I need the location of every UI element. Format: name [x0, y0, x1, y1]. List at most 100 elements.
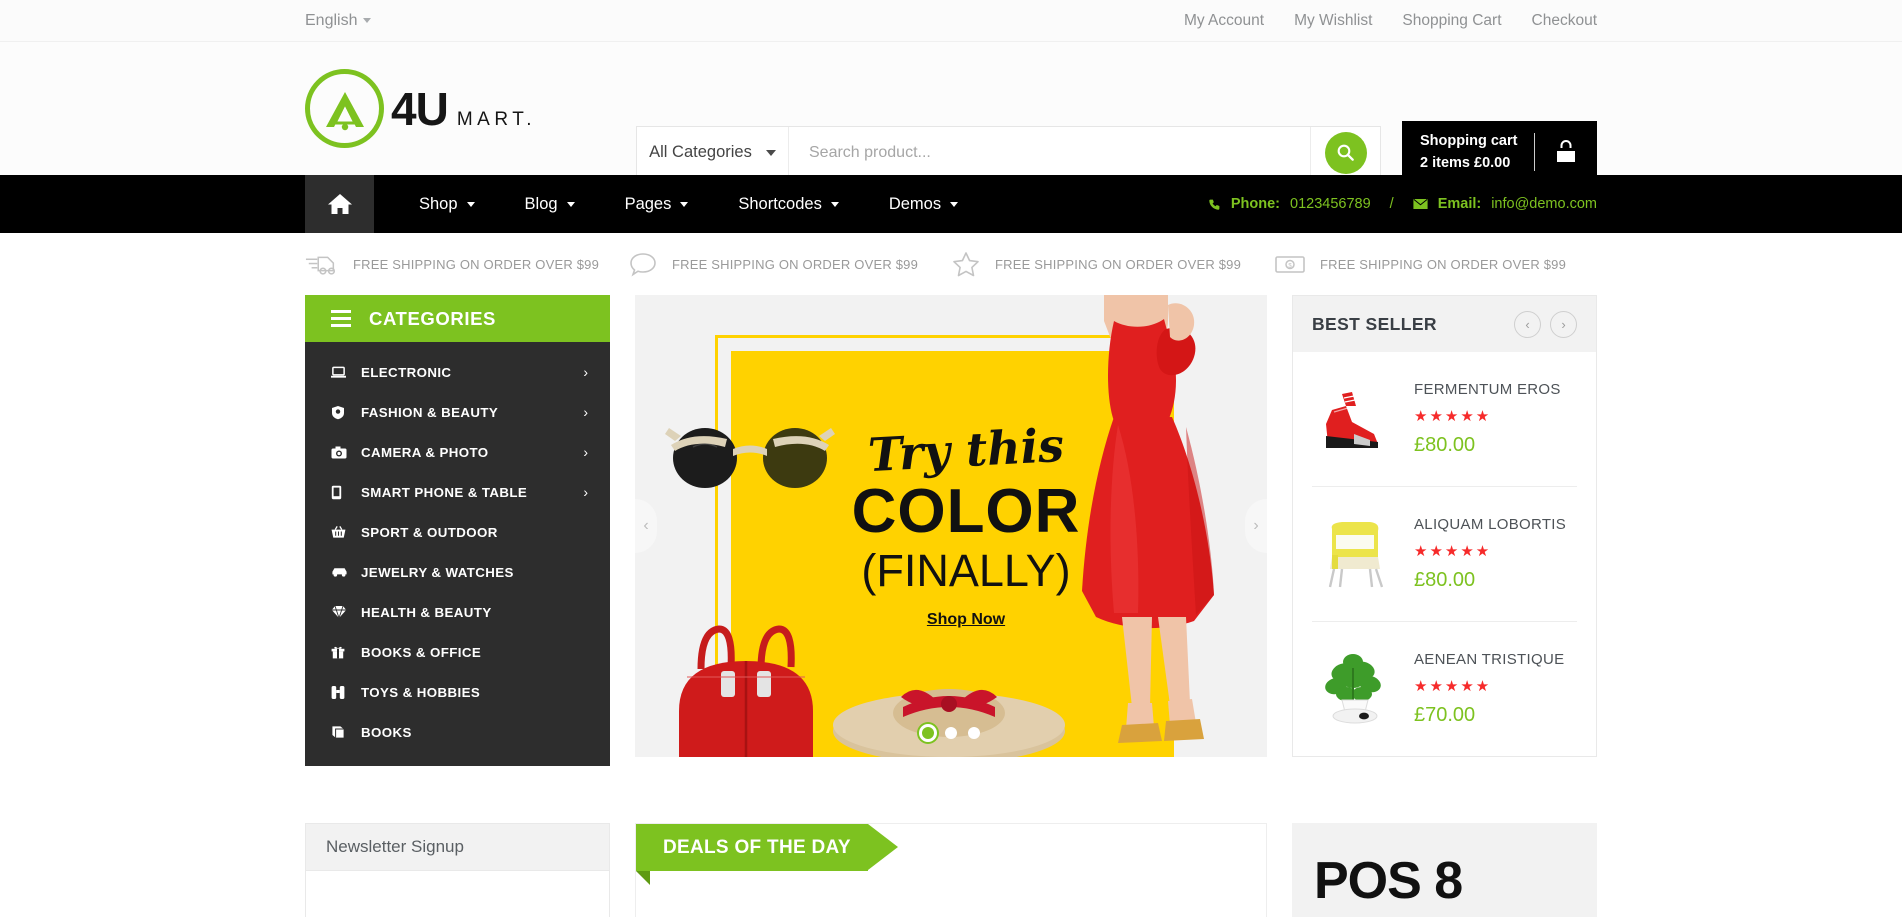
category-item-camera-photo[interactable]: CAMERA & PHOTO ›: [305, 432, 610, 472]
chevron-down-icon: [466, 201, 475, 207]
categories-header[interactable]: CATEGORIES: [305, 295, 610, 342]
truck-icon: [305, 256, 336, 275]
chevron-down-icon: [566, 201, 575, 207]
email-value[interactable]: info@demo.com: [1491, 196, 1597, 212]
newsletter-panel: Newsletter Signup: [305, 823, 610, 917]
best-seller-panel: BEST SELLER ‹ › FERMENTUM EROS ★★★★★ £80…: [1292, 295, 1597, 757]
pos-panel: POS 8: [1292, 823, 1597, 917]
shopping-bag-icon: [1535, 137, 1597, 167]
chevron-right-icon: ›: [583, 404, 588, 420]
chevron-down-icon: [830, 201, 839, 207]
hero-carousel: Try this COLOR (FINALLY) Shop Now ‹ ›: [635, 295, 1267, 757]
nav-item-pages[interactable]: Pages: [600, 175, 714, 233]
categories-title: CATEGORIES: [369, 307, 496, 329]
red-boot-image: [1312, 376, 1398, 462]
top-link-my-account[interactable]: My Account: [1184, 12, 1264, 30]
language-label: English: [305, 11, 358, 29]
best-seller-next-button[interactable]: ›: [1550, 310, 1577, 338]
best-seller-nav: ‹ ›: [1514, 310, 1577, 338]
cart-widget[interactable]: Shopping cart 2 items £0.00: [1402, 121, 1597, 183]
category-label: SMART PHONE & TABLE: [361, 484, 528, 500]
phone-icon: [331, 485, 353, 500]
best-seller-name[interactable]: FERMENTUM EROS: [1414, 381, 1577, 398]
deals-title: DEALS OF THE DAY: [663, 836, 851, 858]
best-seller-item[interactable]: AENEAN TRISTIQUE ★★★★★ £70.00: [1312, 622, 1577, 756]
logo-suffix-text: MART.: [456, 108, 536, 130]
service-label: FREE SHIPPING ON ORDER OVER $99: [995, 256, 1242, 272]
category-item-smart-phone-table[interactable]: SMART PHONE & TABLE ›: [305, 472, 610, 512]
nav-item-shortcodes[interactable]: Shortcodes: [713, 175, 863, 233]
site-logo[interactable]: 4U MART.: [305, 69, 536, 148]
rating-stars: ★★★★★: [1414, 678, 1492, 695]
hero-pagination: [922, 727, 980, 739]
search-input[interactable]: [789, 127, 1310, 178]
nav-label: Shop: [419, 194, 458, 213]
newsletter-body: [306, 871, 609, 917]
category-item-books[interactable]: BOOKS: [305, 712, 610, 752]
nav-label: Demos: [888, 194, 942, 213]
category-item-jewelry-watches[interactable]: JEWELRY & WATCHES: [305, 552, 610, 592]
main-content: CATEGORIES ELECTRONIC › FASHION & BEAUTY…: [0, 295, 1902, 766]
laptop-icon: [331, 366, 353, 379]
service-label: FREE SHIPPING ON ORDER OVER $99: [1320, 256, 1567, 272]
service-strip: FREE SHIPPING ON ORDER OVER $99 FREE SHI…: [0, 233, 1902, 295]
chevron-down-icon: [950, 201, 959, 207]
hero-dot-2[interactable]: [945, 727, 957, 739]
category-label: BOOKS: [361, 724, 412, 740]
best-seller-name[interactable]: ALIQUAM LOBORTIS: [1414, 516, 1577, 533]
nav-label: Blog: [524, 194, 558, 213]
hero-slide: Try this COLOR (FINALLY) Shop Now ‹ ›: [635, 295, 1267, 757]
category-label: FASHION & BEAUTY: [361, 404, 499, 420]
hero-dot-3[interactable]: [968, 727, 980, 739]
category-item-books-office[interactable]: BOOKS & OFFICE: [305, 632, 610, 672]
category-item-toys-hobbies[interactable]: TOYS & HOBBIES: [305, 672, 610, 712]
hero-cta-button[interactable]: Shop Now: [927, 611, 1005, 629]
hero-dot-1[interactable]: [922, 727, 934, 739]
nav-item-home[interactable]: [305, 175, 374, 233]
nav-item-demos[interactable]: Demos: [864, 175, 983, 233]
chevron-down-icon: [680, 201, 689, 207]
best-seller-price: £80.00: [1414, 434, 1476, 456]
nav-item-blog[interactable]: Blog: [500, 175, 600, 233]
chevron-right-icon: ›: [583, 364, 588, 380]
envelope-icon: [1413, 199, 1428, 209]
phone-value[interactable]: 0123456789: [1290, 196, 1371, 212]
best-seller-card: BEST SELLER ‹ › FERMENTUM EROS ★★★★★ £80…: [1292, 295, 1597, 757]
hero-line-2: COLOR: [851, 476, 1081, 546]
service-label: FREE SHIPPING ON ORDER OVER $99: [353, 256, 600, 272]
nav-item-shop[interactable]: Shop: [394, 175, 500, 233]
best-seller-info: FERMENTUM EROS ★★★★★ £80.00: [1414, 381, 1577, 457]
nav-label: Shortcodes: [738, 194, 822, 213]
hero-line-3: (FINALLY): [861, 544, 1071, 596]
category-item-health-beauty[interactable]: HEALTH & BEAUTY: [305, 592, 610, 632]
service-item-support: FREE SHIPPING ON ORDER OVER $99: [628, 251, 951, 277]
category-item-sport-outdoor[interactable]: SPORT & OUTDOOR: [305, 512, 610, 552]
gift-icon: [331, 645, 353, 659]
top-link-checkout[interactable]: Checkout: [1532, 12, 1597, 30]
search-category-select[interactable]: All Categories: [637, 127, 789, 178]
best-seller-item[interactable]: FERMENTUM EROS ★★★★★ £80.00: [1312, 352, 1577, 487]
best-seller-info: AENEAN TRISTIQUE ★★★★★ £70.00: [1414, 651, 1577, 727]
search-button[interactable]: [1311, 127, 1380, 178]
best-seller-prev-button[interactable]: ‹: [1514, 310, 1541, 338]
category-label: CAMERA & PHOTO: [361, 444, 489, 460]
top-bar: English My Account My Wishlist Shopping …: [0, 0, 1902, 42]
best-seller-item[interactable]: ALIQUAM LOBORTIS ★★★★★ £80.00: [1312, 487, 1577, 622]
red-handbag-image: [679, 625, 813, 757]
search-bar: All Categories: [636, 126, 1381, 179]
top-link-my-wishlist[interactable]: My Wishlist: [1294, 12, 1372, 30]
newsletter-title: Newsletter Signup: [326, 837, 464, 856]
category-item-fashion-beauty[interactable]: FASHION & BEAUTY ›: [305, 392, 610, 432]
deals-panel: DEALS OF THE DAY: [635, 823, 1267, 917]
chevron-down-icon: [363, 18, 372, 23]
category-item-electronic[interactable]: ELECTRONIC ›: [305, 352, 610, 392]
email-label: Email:: [1437, 196, 1482, 212]
search-icon: [1324, 131, 1367, 174]
sunglasses-image: [665, 428, 835, 488]
phone-label: Phone:: [1230, 196, 1280, 212]
top-link-shopping-cart[interactable]: Shopping Cart: [1402, 12, 1501, 30]
star-outline-icon: [953, 252, 979, 277]
language-selector[interactable]: English: [305, 11, 372, 30]
category-label: ELECTRONIC: [361, 364, 452, 380]
best-seller-name[interactable]: AENEAN TRISTIQUE: [1414, 651, 1577, 668]
